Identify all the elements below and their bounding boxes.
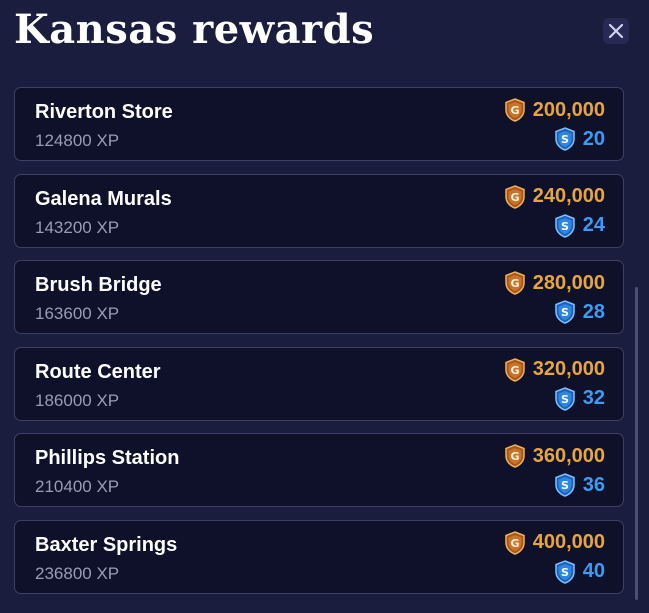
svg-text:S: S xyxy=(561,133,569,146)
rewards-list: Riverton Store 124800 XP G 200,000 S 20 … xyxy=(14,87,624,607)
reward-card[interactable]: Galena Murals 143200 XP G 240,000 S 24 xyxy=(14,173,624,248)
silver-coin-icon: S xyxy=(554,213,576,238)
silver-amount: 36 xyxy=(582,473,605,496)
silver-reward: S 32 xyxy=(554,386,605,411)
gold-amount: 240,000 xyxy=(532,185,605,208)
silver-reward: S 24 xyxy=(554,213,605,238)
svg-text:S: S xyxy=(561,479,569,492)
gold-coin-icon: G xyxy=(504,357,526,382)
gold-amount: 360,000 xyxy=(532,444,605,467)
reward-xp: 163600 XP xyxy=(35,304,120,324)
silver-coin-icon: S xyxy=(554,300,576,324)
gold-coin-icon: G xyxy=(504,184,526,209)
gold-reward: G 200,000 xyxy=(504,98,605,122)
silver-reward: S 40 xyxy=(554,560,605,584)
reward-card[interactable]: Brush Bridge 163600 XP G 280,000 S 28 xyxy=(14,260,624,335)
reward-xp: 210400 XP xyxy=(35,477,120,497)
reward-name: Galena Murals xyxy=(35,187,172,210)
gold-amount: 400,000 xyxy=(532,531,605,554)
gold-amount: 280,000 xyxy=(532,271,605,294)
gold-reward: G 320,000 xyxy=(504,357,605,382)
reward-xp: 143200 XP xyxy=(35,217,120,237)
gold-reward: G 240,000 xyxy=(504,184,605,209)
reward-name: Phillips Station xyxy=(35,447,180,470)
gold-reward: G 360,000 xyxy=(504,444,605,469)
svg-text:G: G xyxy=(510,450,519,463)
svg-text:G: G xyxy=(510,364,519,377)
reward-xp: 236800 XP xyxy=(35,563,120,583)
silver-coin-icon: S xyxy=(554,560,576,584)
scrollbar[interactable] xyxy=(635,287,638,600)
svg-text:G: G xyxy=(510,104,519,117)
silver-coin-icon: S xyxy=(554,386,576,411)
silver-coin-icon: S xyxy=(554,127,576,151)
svg-text:S: S xyxy=(561,566,569,579)
close-button[interactable] xyxy=(603,18,629,44)
gold-reward: G 400,000 xyxy=(504,531,605,555)
rewards-panel: Kansas rewards Riverton Store 124800 XP … xyxy=(0,0,649,613)
silver-reward: S 28 xyxy=(554,300,605,324)
gold-coin-icon: G xyxy=(504,271,526,295)
reward-xp: 124800 XP xyxy=(35,131,120,150)
gold-amount: 200,000 xyxy=(532,98,605,121)
svg-text:G: G xyxy=(510,191,519,204)
reward-name: Baxter Springs xyxy=(35,533,178,556)
page-title: Kansas rewards xyxy=(14,6,375,53)
reward-card[interactable]: Riverton Store 124800 XP G 200,000 S 20 xyxy=(14,87,624,161)
reward-name: Route Center xyxy=(35,360,161,383)
silver-amount: 40 xyxy=(582,560,605,583)
silver-amount: 28 xyxy=(582,300,605,323)
silver-amount: 32 xyxy=(582,387,605,410)
reward-xp: 186000 XP xyxy=(35,390,120,410)
gold-coin-icon: G xyxy=(504,531,526,555)
svg-text:S: S xyxy=(561,306,569,319)
silver-reward: S 36 xyxy=(554,473,605,498)
reward-name: Riverton Store xyxy=(35,101,173,123)
gold-coin-icon: G xyxy=(504,444,526,469)
silver-coin-icon: S xyxy=(554,473,576,498)
reward-card[interactable]: Baxter Springs 236800 XP G 400,000 S 40 xyxy=(14,519,624,594)
silver-amount: 20 xyxy=(582,127,605,150)
gold-coin-icon: G xyxy=(504,98,526,122)
svg-text:G: G xyxy=(510,277,519,290)
gold-reward: G 280,000 xyxy=(504,271,605,295)
svg-text:S: S xyxy=(561,220,569,233)
reward-card[interactable]: Route Center 186000 XP G 320,000 S 32 xyxy=(14,346,624,421)
silver-reward: S 20 xyxy=(554,127,605,151)
reward-name: Brush Bridge xyxy=(35,274,162,297)
svg-text:S: S xyxy=(561,393,569,406)
close-icon xyxy=(608,23,624,39)
silver-amount: 24 xyxy=(582,214,605,237)
reward-card[interactable]: Phillips Station 210400 XP G 360,000 S 3… xyxy=(14,433,624,508)
svg-text:G: G xyxy=(510,537,519,550)
gold-amount: 320,000 xyxy=(532,358,605,381)
